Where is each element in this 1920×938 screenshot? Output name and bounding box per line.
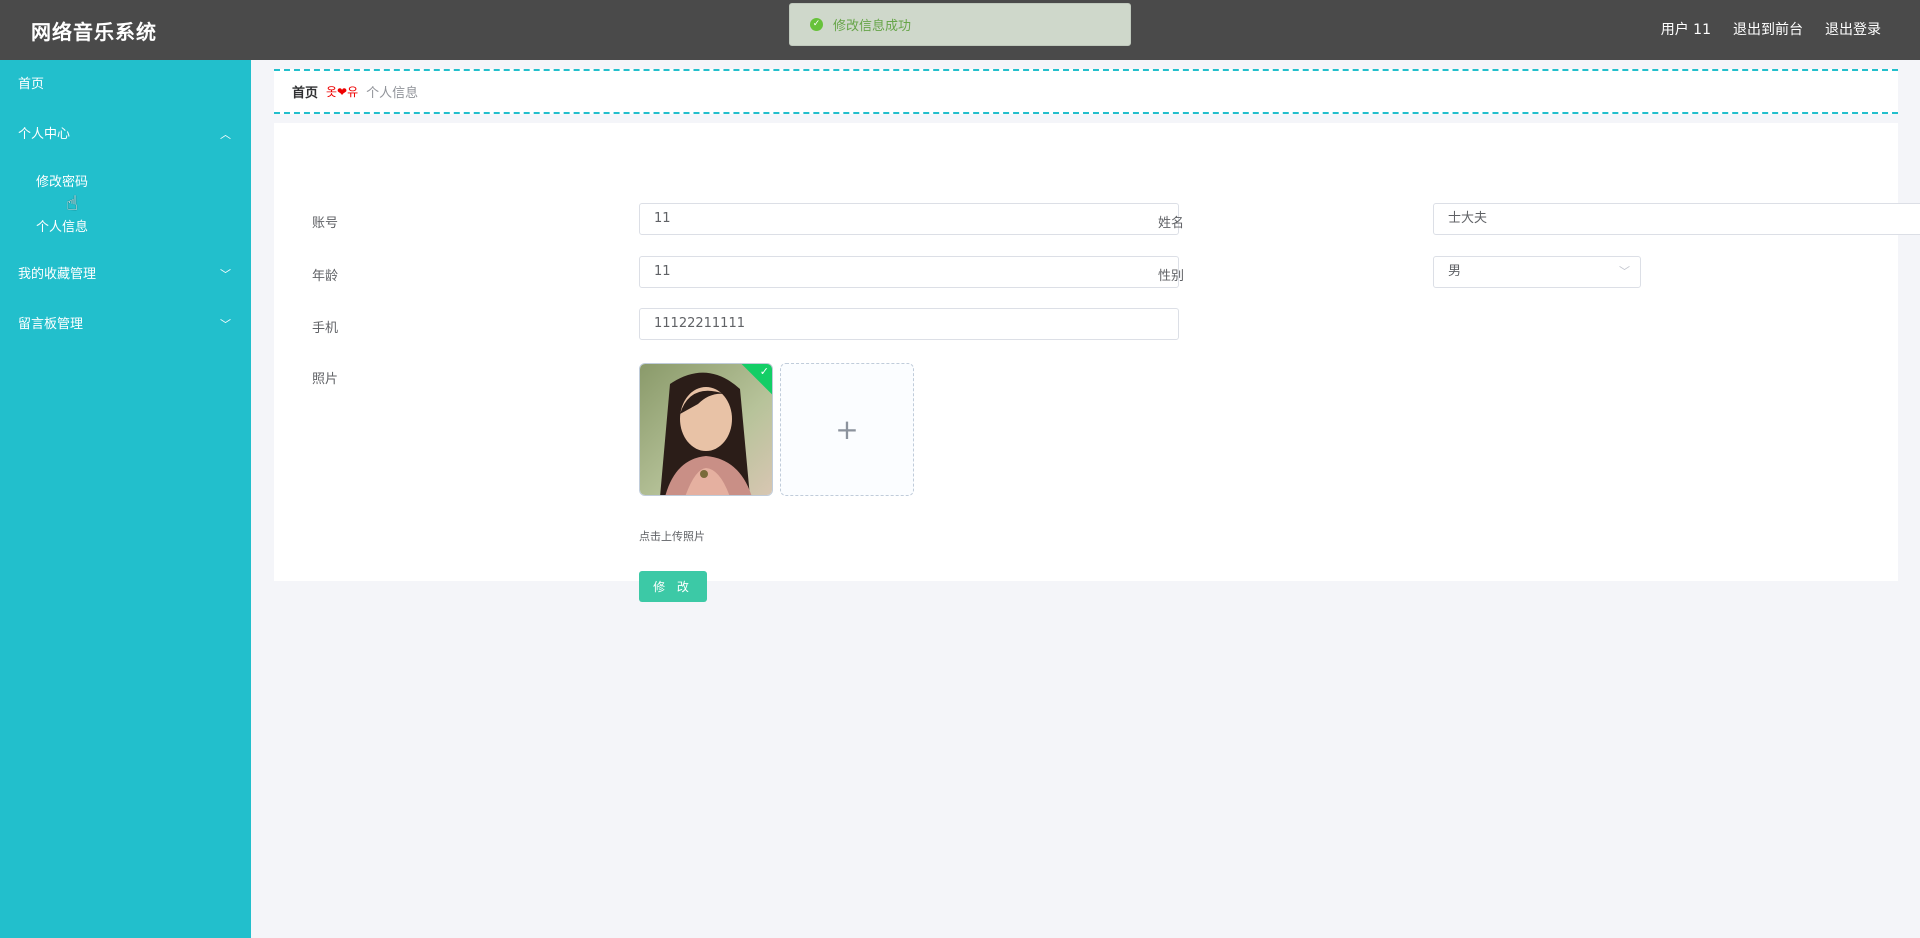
sidebar-item-home[interactable]: 首页 [0,60,251,110]
submit-button[interactable]: 修 改 [639,571,707,602]
sidebar-item-personal-info[interactable]: 个人信息 [0,205,251,250]
exit-to-front-link[interactable]: 退出到前台 [1733,19,1803,39]
sidebar-item-personal-center[interactable]: 个人中心 ︿ [0,110,251,160]
upload-photo-button[interactable]: + [780,363,914,496]
gender-label: 性别 [1157,269,1184,284]
plus-icon: + [835,413,859,446]
name-label: 姓名 [1157,216,1184,231]
success-check-icon: ✓ [810,18,823,31]
user-name-link[interactable]: 用户 11 [1661,19,1711,39]
sidebar-item-label: 首页 [18,77,45,92]
top-nav-links: 用户 11 退出到前台 退出登录 [1661,19,1881,39]
chevron-down-icon: ﹀ [1619,265,1630,278]
hand-cursor-icon: ☝ [66,191,79,215]
age-field[interactable]: 11 [639,256,1179,288]
breadcrumb: 首页 옷❤유 个人信息 [274,69,1898,114]
sidebar-item-message-board[interactable]: 留言板管理 ﹀ [0,300,251,350]
name-field[interactable]: 士大夫 [1433,203,1920,235]
gender-select[interactable]: 男 ﹀ [1433,256,1641,288]
main-content: 首页 옷❤유 个人信息 账号 11 姓名 士大夫 年龄 11 性别 男 ﹀ 手机… [251,60,1920,938]
sidebar-item-favorites[interactable]: 我的收藏管理 ﹀ [0,250,251,300]
sidebar-item-label: 修改密码 [36,175,89,190]
chevron-up-icon: ︿ [220,128,231,141]
logout-link[interactable]: 退出登录 [1825,19,1881,39]
breadcrumb-current: 个人信息 [366,86,419,101]
profile-form: 账号 11 姓名 士大夫 年龄 11 性别 男 ﹀ 手机 11122211111… [274,123,1920,602]
success-toast: ✓ 修改信息成功 [789,3,1131,46]
chevron-down-icon: ﹀ [220,318,231,331]
age-label: 年龄 [311,269,338,284]
phone-label: 手机 [311,321,338,336]
sidebar-item-label: 我的收藏管理 [18,267,97,282]
photo-label: 照片 [311,372,338,387]
sidebar-item-label: 个人信息 [36,220,89,235]
account-field[interactable]: 11 [639,203,1179,235]
portrait-image [640,364,772,495]
toast-message: 修改信息成功 [833,19,912,34]
breadcrumb-separator: 옷❤유 [326,85,359,99]
sidebar: 首页 个人中心 ︿ 修改密码 个人信息 我的收藏管理 ﹀ 留言板管理 ﹀ [0,60,251,938]
app-title: 网络音乐系统 [31,20,157,44]
phone-field[interactable]: 11122211111 [639,308,1179,340]
check-icon: ✓ [759,365,769,378]
account-label: 账号 [311,216,338,231]
breadcrumb-home[interactable]: 首页 [292,82,318,101]
sidebar-item-label: 留言板管理 [18,317,84,332]
gender-select-value: 男 [1448,264,1462,279]
uploaded-photo-thumbnail[interactable]: ✓ [639,363,773,496]
sidebar-item-change-password[interactable]: 修改密码 [0,160,251,205]
upload-tip: 点击上传照片 [639,530,705,543]
sidebar-item-label: 个人中心 [18,127,71,142]
chevron-down-icon: ﹀ [220,268,231,281]
